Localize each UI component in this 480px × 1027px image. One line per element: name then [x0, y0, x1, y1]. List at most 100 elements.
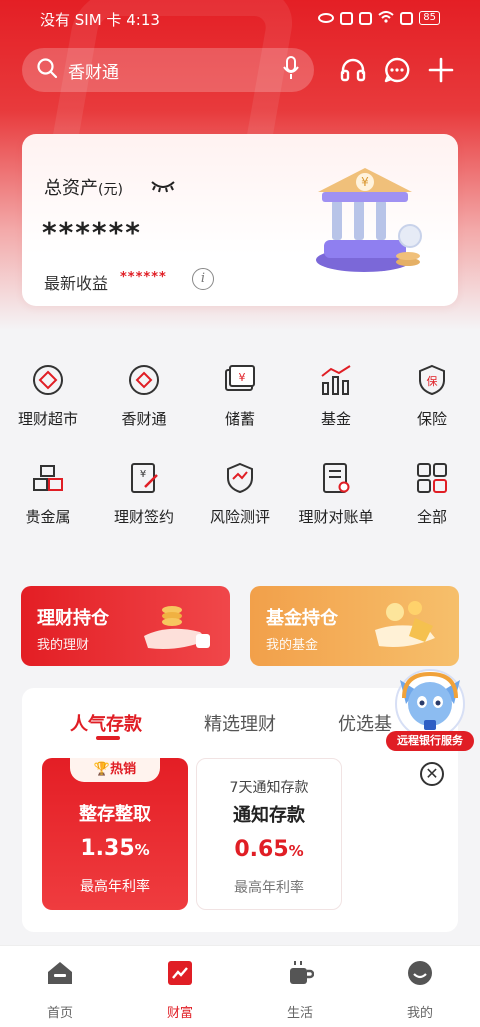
wealth-icon: [165, 958, 195, 988]
message-icon[interactable]: [379, 52, 415, 88]
insurance-icon: 保: [414, 362, 450, 398]
microphone-icon[interactable]: [282, 56, 300, 84]
rate-unit: %: [288, 842, 304, 860]
carrier-text: 没有 SIM 卡: [40, 11, 122, 29]
life-cup-icon: [285, 958, 315, 988]
asset-card[interactable]: 总资产(元) ****** 最新收益 ****** i ¥: [22, 134, 458, 306]
fund-icon: [318, 362, 354, 398]
status-icons: 85: [318, 9, 440, 27]
home-icon: [45, 958, 75, 988]
grid-label: 贵金属: [25, 508, 71, 526]
grid-label: 理财超市: [17, 410, 78, 428]
savings-icon: ¥: [222, 362, 258, 398]
nfc-icon: [340, 11, 354, 25]
search-bar[interactable]: 香财通: [22, 48, 314, 92]
nav-mine[interactable]: 我的: [380, 958, 460, 1021]
rate-label: 最高年利率: [234, 880, 304, 896]
rate-unit: %: [134, 841, 150, 859]
svg-text:¥: ¥: [361, 175, 369, 189]
product-rate: 0.65%: [197, 837, 341, 862]
rate-value: 1.35: [80, 836, 135, 861]
nav-label: 生活: [286, 1006, 313, 1021]
status-time: 4:13: [126, 11, 160, 29]
grid-label: 全部: [416, 508, 447, 526]
coin-hand-icon: [375, 601, 435, 647]
precious-metal-icon: [30, 460, 66, 496]
product-card-notice-deposit[interactable]: 7天通知存款 通知存款 0.65% 最高年利率: [196, 758, 342, 910]
nav-wealth[interactable]: 财富: [140, 958, 220, 1021]
asset-title-text: 总资产: [44, 178, 98, 199]
finance-market-icon: [30, 362, 66, 398]
rate-label: 最高年利率: [80, 879, 150, 895]
product-name: 通知存款: [233, 805, 305, 826]
remote-bank-service-label[interactable]: 远程银行服务: [386, 731, 474, 751]
close-icon[interactable]: ✕: [420, 762, 444, 786]
bank-illustration: ¥: [316, 168, 422, 272]
fund-holdings-card[interactable]: 基金持仓 我的基金: [250, 586, 459, 666]
nav-label: 财富: [166, 1006, 193, 1021]
grid-label: 理财对账单: [298, 508, 374, 526]
holdings-subtitle: 我的理财: [37, 638, 90, 653]
top-actions: [335, 52, 460, 88]
holdings-title: 基金持仓: [266, 608, 338, 629]
asset-title: 总资产(元): [44, 174, 123, 200]
statement-icon: [318, 460, 354, 496]
grid-item-finance-market[interactable]: 理财超市: [0, 362, 96, 429]
grid-item-xiangcaitong[interactable]: 香财通: [96, 362, 192, 429]
wifi-icon: [378, 9, 394, 27]
grid-item-insurance[interactable]: 保 保险: [384, 362, 480, 429]
grid-label: 理财签约: [113, 508, 174, 526]
product-card-fixed-deposit[interactable]: 🏆热销 整存整取 1.35% 最高年利率: [42, 758, 188, 910]
hide-amount-icon[interactable]: [150, 178, 176, 198]
status-bar: 没有 SIM 卡 4:13 85: [0, 0, 480, 36]
nav-label: 首页: [46, 1006, 73, 1021]
finance-holdings-card[interactable]: 理财持仓 我的理财: [21, 586, 230, 666]
grid-label: 风险测评: [209, 508, 270, 526]
grid-item-contract[interactable]: ¥ 理财签约: [96, 460, 192, 527]
income-label: 最新收益: [44, 274, 109, 293]
search-icon: [36, 57, 58, 83]
rate-value: 0.65: [234, 837, 289, 862]
battery-icon: 85: [419, 11, 440, 25]
plus-icon[interactable]: [423, 52, 459, 88]
grid-item-savings[interactable]: ¥ 储蓄: [192, 362, 288, 429]
nav-life[interactable]: 生活: [260, 958, 340, 1021]
mute-icon: [359, 11, 373, 25]
bottom-nav: 首页 财富 生活 我的: [0, 945, 480, 1027]
profile-icon: [405, 958, 435, 988]
product-rate: 1.35%: [42, 836, 188, 861]
asset-unit: (元): [98, 182, 123, 198]
nav-home[interactable]: 首页: [20, 958, 100, 1021]
grid-label: 香财通: [121, 410, 167, 428]
status-carrier: 没有 SIM 卡 4:13: [40, 9, 160, 30]
svg-text:¥: ¥: [239, 371, 246, 384]
total-asset-value: ******: [42, 216, 142, 249]
tab-popular-deposit[interactable]: 人气存款: [70, 710, 142, 736]
hot-badge: 🏆热销: [70, 758, 160, 782]
svg-text:保: 保: [427, 374, 438, 388]
svg-text:¥: ¥: [140, 469, 146, 480]
all-apps-icon: [414, 460, 450, 496]
tab-selected-finance[interactable]: 精选理财: [204, 710, 276, 736]
income-value: ******: [120, 270, 167, 285]
headset-icon[interactable]: [335, 52, 371, 88]
contract-icon: ¥: [126, 460, 162, 496]
coin-hand-icon: [144, 606, 210, 649]
grid-item-risk-assessment[interactable]: 风险测评: [192, 460, 288, 527]
tab-preferred-fund[interactable]: 优选基: [338, 710, 392, 736]
grid-item-statement[interactable]: 理财对账单: [288, 460, 384, 527]
search-placeholder: 香财通: [68, 62, 119, 83]
nav-label: 我的: [406, 1006, 433, 1021]
grid-item-all[interactable]: 全部: [384, 460, 480, 527]
sim-icon: [400, 11, 414, 25]
info-icon[interactable]: i: [192, 268, 214, 290]
risk-assessment-icon: [222, 460, 258, 496]
product-subtitle: 7天通知存款: [229, 780, 309, 796]
holdings-subtitle: 我的基金: [266, 638, 319, 653]
grid-label: 保险: [416, 410, 447, 428]
grid-item-precious-metal[interactable]: 贵金属: [0, 460, 96, 527]
grid-item-fund[interactable]: 基金: [288, 362, 384, 429]
product-name: 整存整取: [79, 804, 151, 825]
trophy-icon: 🏆: [93, 762, 111, 777]
holdings-title: 理财持仓: [37, 608, 109, 629]
